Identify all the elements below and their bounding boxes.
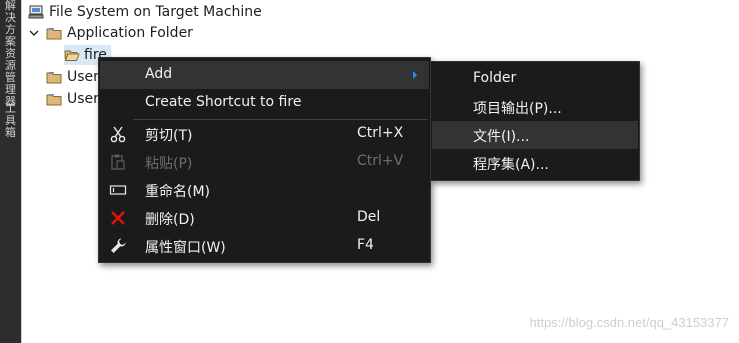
toolbox-tab[interactable]: 工具箱	[2, 103, 19, 139]
submenu-item-assembly[interactable]: 程序集(A)...	[432, 149, 638, 177]
submenu-item-folder[interactable]: Folder	[432, 65, 638, 93]
menu-item-label: 重命名(M)	[145, 184, 211, 200]
tree-root-label: File System on Target Machine	[49, 4, 262, 20]
folder-icon	[46, 25, 62, 41]
tree-root[interactable]: File System on Target Machine	[28, 2, 262, 22]
folder-icon	[46, 69, 62, 85]
submenu-arrow-icon	[413, 71, 417, 79]
add-submenu: Folder 项目输出(P)... 文件(I)... 程序集(A)...	[430, 61, 640, 181]
menu-item-label: 粘贴(P)	[145, 156, 193, 172]
menu-item-rename[interactable]: 重命名(M)	[100, 176, 429, 204]
tree-item-application-folder[interactable]: Application Folder	[28, 23, 193, 43]
context-menu: Add Create Shortcut to fire 剪切(T) Ctrl+X…	[98, 57, 431, 263]
tree-item-label: Application Folder	[67, 25, 193, 41]
menu-item-label: Add	[145, 66, 173, 82]
side-panel-strip: 解决方案资源管理器 工具箱	[0, 0, 21, 343]
menu-item-label: 剪切(T)	[145, 128, 193, 144]
menu-item-delete[interactable]: 删除(D) Del	[100, 204, 429, 232]
menu-item-shortcut: Ctrl+V	[357, 153, 404, 169]
menu-item-shortcut: F4	[357, 237, 374, 253]
menu-item-create-shortcut[interactable]: Create Shortcut to fire	[100, 89, 429, 117]
menu-item-shortcut: Del	[357, 209, 381, 225]
menu-item-label: 删除(D)	[145, 212, 195, 228]
computer-icon	[28, 4, 44, 20]
delete-x-icon	[109, 209, 127, 227]
submenu-item-project-output[interactable]: 项目输出(P)...	[432, 93, 638, 121]
menu-item-label: 程序集(A)...	[473, 157, 549, 173]
tree-item-label: User	[67, 91, 99, 107]
chevron-down-icon[interactable]	[28, 27, 40, 39]
folder-open-icon	[64, 47, 80, 63]
menu-item-label: 文件(I)...	[473, 129, 530, 145]
menu-item-label: Create Shortcut to fire	[145, 94, 302, 110]
rename-icon	[109, 181, 127, 199]
menu-item-label: 项目输出(P)...	[473, 101, 562, 117]
paste-icon	[109, 153, 127, 171]
wrench-icon	[109, 237, 127, 255]
tree-item-label: User	[67, 69, 99, 85]
tree-item-user-1[interactable]: User	[46, 67, 99, 87]
menu-item-paste[interactable]: 粘贴(P) Ctrl+V	[100, 148, 429, 176]
folder-icon	[46, 91, 62, 107]
menu-item-cut[interactable]: 剪切(T) Ctrl+X	[100, 120, 429, 148]
menu-item-properties[interactable]: 属性窗口(W) F4	[100, 232, 429, 260]
menu-item-label: Folder	[473, 70, 517, 86]
divider	[21, 0, 22, 343]
menu-item-shortcut: Ctrl+X	[357, 125, 404, 141]
menu-item-label: 属性窗口(W)	[145, 240, 226, 256]
menu-item-add[interactable]: Add	[100, 61, 429, 89]
scissors-icon	[109, 125, 127, 143]
submenu-item-file[interactable]: 文件(I)...	[432, 121, 638, 149]
watermark: https://blog.csdn.net/qq_43153377	[529, 315, 730, 330]
tree-item-user-2[interactable]: User	[46, 89, 99, 109]
solution-explorer-tab[interactable]: 解决方案资源管理器	[2, 0, 19, 108]
